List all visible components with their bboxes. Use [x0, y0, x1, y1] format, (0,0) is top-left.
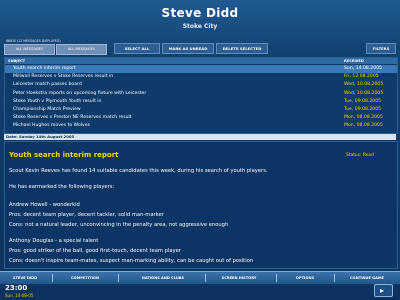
tab-all-messages-filter[interactable]: ALL MESSAGES — [56, 44, 107, 55]
row-date: Tue, 09.08.2005 — [344, 107, 382, 112]
inbox-view-selector: INBOX (12 MESSAGES DISPLAYED) ALL MESSAG… — [4, 39, 108, 55]
manager-name: Steve Didd — [161, 6, 239, 20]
row-subject: Peter Hoekstra reports on upcoming fixtu… — [13, 90, 147, 96]
message-line: Cons: not a natural leader, unconvincing… — [9, 222, 229, 228]
continue-button[interactable]: ▸ — [374, 284, 393, 297]
nav-screen-history[interactable]: SCREEN HISTORY — [206, 272, 272, 284]
arrow-right-icon: ▸ — [380, 286, 385, 295]
column-received[interactable]: RECEIVED — [344, 58, 364, 64]
table-row[interactable]: Michael Hughes moves to Wolves Mon, 08.0… — [5, 122, 397, 130]
inbox-count-label: INBOX (12 MESSAGES DISPLAYED) — [6, 39, 61, 43]
nav-competition[interactable]: COMPETITION — [60, 272, 110, 284]
row-subject: Youth search interim report — [13, 66, 76, 71]
message-line: Scout Kevin Reeves has found 14 suitable… — [9, 168, 268, 174]
bottom-nav: STEVE DIDD COMPETITION NATIONS AND CLUBS… — [0, 271, 400, 284]
row-date: Wed, 10.08.2005 — [344, 82, 384, 88]
message-date-bar: Date: Sunday 14th August 2005 — [4, 134, 396, 140]
table-row[interactable]: Youth search interim report Sun, 14.08.2… — [5, 65, 397, 74]
row-date: Tue, 09.08.2005 — [344, 98, 382, 104]
row-date: Sun, 14.08.2005 — [344, 66, 382, 71]
game-time: 23:00 — [5, 284, 28, 292]
table-row[interactable]: Stoke Reserves v Preston NE Reserves mat… — [5, 114, 397, 122]
table-row[interactable]: Championship Match Preview Tue, 09.08.20… — [5, 106, 397, 114]
nav-nations-and-clubs[interactable]: NATIONS AND CLUBS — [128, 272, 198, 284]
table-row[interactable]: Millwall Reserves v Stoke Reserves resul… — [5, 73, 397, 81]
row-subject: Stoke Youth v Plymouth Youth result in — [13, 98, 102, 104]
app-window: Steve Didd Stoke City INBOX (12 MESSAGES… — [0, 0, 400, 300]
row-subject: Championship Match Preview — [13, 107, 81, 112]
nav-continue-game[interactable]: CONTINUE GAME — [336, 272, 398, 284]
filters-button[interactable]: FILTERS — [366, 43, 396, 54]
nav-manager[interactable]: STEVE DIDD — [0, 272, 50, 284]
nav-divider — [334, 274, 335, 282]
tab-all-messages[interactable]: ALL MESSAGES — [4, 44, 55, 55]
table-row[interactable]: Leicester match passes board Wed, 10.08.… — [5, 81, 397, 89]
message-line: Pros: decent team player, decent tackler… — [9, 212, 164, 218]
message-list: SUBJECT RECEIVED Youth search interim re… — [4, 57, 398, 134]
message-detail: Youth search interim report Status: Read… — [4, 141, 398, 269]
column-subject[interactable]: SUBJECT — [8, 58, 25, 64]
message-line: Anthony Douglas - a special talent — [9, 238, 99, 244]
mark-as-unread-button[interactable]: MARK AS UNREAD — [162, 43, 214, 54]
row-date: Wed, 10.08.2005 — [344, 90, 384, 96]
row-date: Mon, 08.08.2005 — [344, 123, 383, 129]
inbox-toolbar: INBOX (12 MESSAGES DISPLAYED) ALL MESSAG… — [4, 39, 396, 55]
nav-divider — [276, 274, 277, 282]
nav-divider — [118, 274, 119, 282]
row-date: Fri, 12.08.2005 — [344, 74, 379, 80]
nav-options[interactable]: OPTIONS — [280, 272, 330, 284]
game-date: Sun, 14-08-05 — [5, 293, 34, 298]
row-subject: Leicester match passes board — [13, 82, 82, 88]
message-status: Status: Read — [346, 153, 374, 158]
message-date: Date: Sunday 14th August 2005 — [6, 134, 75, 139]
message-list-header: SUBJECT RECEIVED — [5, 58, 397, 64]
nav-divider — [52, 274, 53, 282]
row-subject: Stoke Reserves v Preston NE Reserves mat… — [13, 115, 132, 121]
row-subject: Michael Hughes moves to Wolves — [13, 123, 90, 129]
page-header: Steve Didd Stoke City — [0, 0, 400, 38]
message-line: Pros: good striker of the ball, good fir… — [9, 248, 181, 254]
row-subject: Millwall Reserves v Stoke Reserves resul… — [13, 74, 114, 80]
message-line: Cons: doesn't inspire team-mates, suspec… — [9, 258, 254, 264]
message-line: He has earmarked the following players: — [9, 184, 115, 190]
message-title: Youth search interim report — [9, 151, 119, 159]
delete-selected-button[interactable]: DELETE SELECTED — [216, 43, 268, 54]
table-row[interactable]: Peter Hoekstra reports on upcoming fixtu… — [5, 90, 397, 98]
select-all-button[interactable]: SELECT ALL — [114, 43, 160, 54]
table-row[interactable]: Stoke Youth v Plymouth Youth result in T… — [5, 98, 397, 106]
message-line: Andrew Howell - wonderkid — [9, 202, 80, 208]
row-date: Mon, 08.08.2005 — [344, 115, 383, 121]
club-name: Stoke City — [182, 23, 218, 30]
